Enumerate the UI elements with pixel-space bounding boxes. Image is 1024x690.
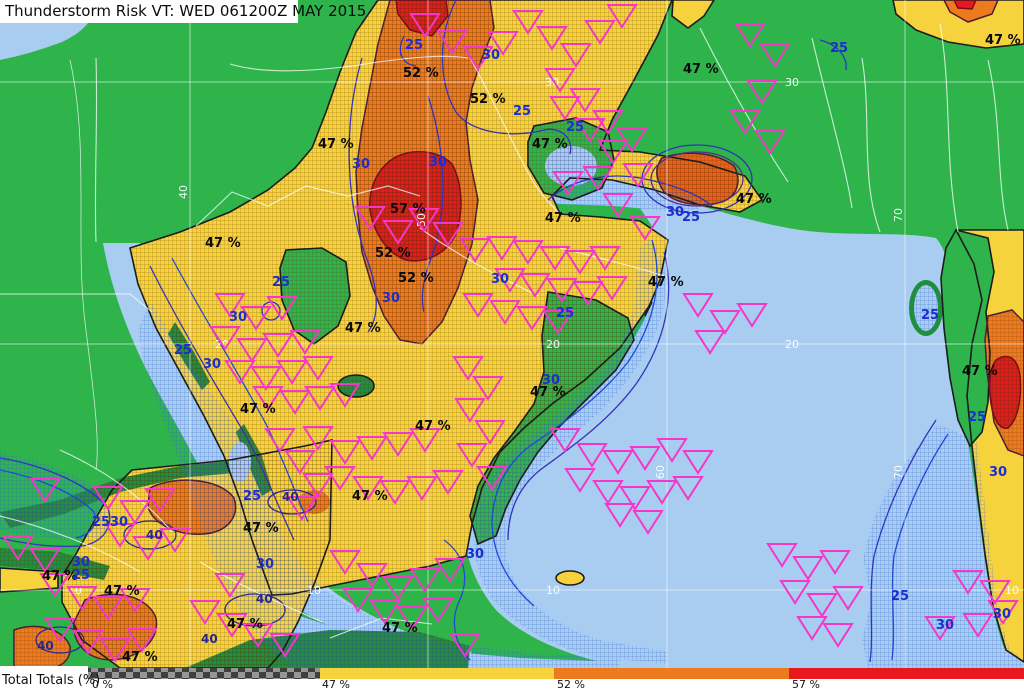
contour-label: 25 bbox=[405, 38, 423, 53]
contour-label: 47 % bbox=[318, 137, 354, 152]
contour-label: 30 bbox=[936, 618, 954, 633]
contour-label: 40 bbox=[37, 639, 54, 653]
legend-tick-background bbox=[88, 679, 1024, 690]
latitude-label: 10 bbox=[307, 584, 321, 597]
contour-label: 52 % bbox=[398, 271, 434, 286]
contour-label: 47 % bbox=[243, 521, 279, 536]
contour-label: 25 bbox=[513, 104, 531, 119]
contour-label: 47 % bbox=[240, 402, 276, 417]
longitude-label: 60 bbox=[654, 465, 667, 479]
map-canvas: 3030202020101010104050607070 47 %47 %52 … bbox=[0, 0, 1024, 690]
latitude-label: 10 bbox=[1005, 584, 1019, 597]
contour-label: 40 bbox=[282, 490, 299, 504]
legend-tick-label: 52 % bbox=[557, 678, 585, 690]
latitude-label: 20 bbox=[546, 338, 560, 351]
latitude-label: 10 bbox=[546, 584, 560, 597]
contour-label: 30 bbox=[989, 465, 1007, 480]
contour-label: 30 bbox=[666, 205, 684, 220]
contour-label: 30 bbox=[256, 557, 274, 572]
longitude-label: 70 bbox=[892, 465, 905, 479]
contour-label: 30 bbox=[482, 48, 500, 63]
contour-label: 25 bbox=[830, 41, 848, 56]
contour-label: 25 bbox=[72, 568, 90, 583]
contour-label: 47 % bbox=[205, 236, 241, 251]
contour-label: 30 bbox=[429, 155, 447, 170]
contour-label: 47 % bbox=[352, 489, 388, 504]
contour-label: 30 bbox=[382, 291, 400, 306]
contour-label: 47 % bbox=[683, 62, 719, 77]
contour-label: 40 bbox=[201, 632, 218, 646]
contour-label: 47 % bbox=[104, 584, 140, 599]
legend-segment bbox=[789, 668, 1024, 679]
contour-label: 47 % bbox=[415, 419, 451, 434]
contour-label: 30 bbox=[110, 515, 128, 530]
contour-label: 47 % bbox=[736, 192, 772, 207]
contour-label: 25 bbox=[92, 515, 110, 530]
contour-label: 25 bbox=[174, 343, 192, 358]
legend-segment bbox=[88, 668, 320, 679]
legend-tick-label: 57 % bbox=[792, 678, 820, 690]
contour-label: 30 bbox=[72, 555, 90, 570]
contour-label: 47 % bbox=[532, 137, 568, 152]
contour-label: 47 % bbox=[227, 617, 263, 632]
contour-label: 52 % bbox=[403, 66, 439, 81]
contour-label: 30 bbox=[542, 373, 560, 388]
contour-label: 25 bbox=[272, 275, 290, 290]
contour-label: 25 bbox=[891, 589, 909, 604]
contour-label: 52 % bbox=[375, 246, 411, 261]
legend-tick-label: 47 % bbox=[322, 678, 350, 690]
contour-label: 47 % bbox=[545, 211, 581, 226]
contour-label: 30 bbox=[993, 607, 1011, 622]
longitude-label: 40 bbox=[177, 185, 190, 199]
legend-segment bbox=[554, 668, 789, 679]
contour-label: 40 bbox=[146, 528, 163, 542]
contour-label: 25 bbox=[682, 210, 700, 225]
contour-label: 30 bbox=[229, 310, 247, 325]
legend-colorbar bbox=[88, 668, 1024, 679]
contour-label: 47 % bbox=[345, 321, 381, 336]
contour-label: 47 % bbox=[985, 33, 1021, 48]
contour-label: 25 bbox=[556, 306, 574, 321]
contour-label: 25 bbox=[921, 308, 939, 323]
contour-label: 30 bbox=[352, 157, 370, 172]
contour-label: 25 bbox=[968, 410, 986, 425]
contour-label: 30 bbox=[466, 547, 484, 562]
page-title: Thunderstorm Risk VT: WED 061200Z MAY 20… bbox=[4, 2, 366, 20]
legend-segment bbox=[320, 668, 554, 679]
contour-label: 47 % bbox=[382, 621, 418, 636]
contour-label: 30 bbox=[491, 272, 509, 287]
contour-label: 47 % bbox=[122, 650, 158, 665]
contour-label: 47 % bbox=[648, 275, 684, 290]
latitude-label: 30 bbox=[785, 76, 799, 89]
contour-label: 25 bbox=[243, 489, 261, 504]
contour-label: 25 bbox=[566, 120, 584, 135]
weather-map-window: 3030202020101010104050607070 47 %47 %52 … bbox=[0, 0, 1024, 690]
contour-label: 47 % bbox=[962, 364, 998, 379]
legend-title: Total Totals (%) bbox=[1, 673, 100, 688]
contour-label: 57 % bbox=[390, 202, 426, 217]
legend: 0 %47 %52 %57 % Total Totals (%) bbox=[0, 666, 1024, 690]
contour-label: 30 bbox=[203, 357, 221, 372]
contour-label: 52 % bbox=[470, 92, 506, 107]
latitude-label: 20 bbox=[785, 338, 799, 351]
contour-label: 40 bbox=[256, 592, 273, 606]
longitude-label: 70 bbox=[892, 208, 905, 222]
title-bar: Thunderstorm Risk VT: WED 061200Z MAY 20… bbox=[0, 0, 366, 23]
